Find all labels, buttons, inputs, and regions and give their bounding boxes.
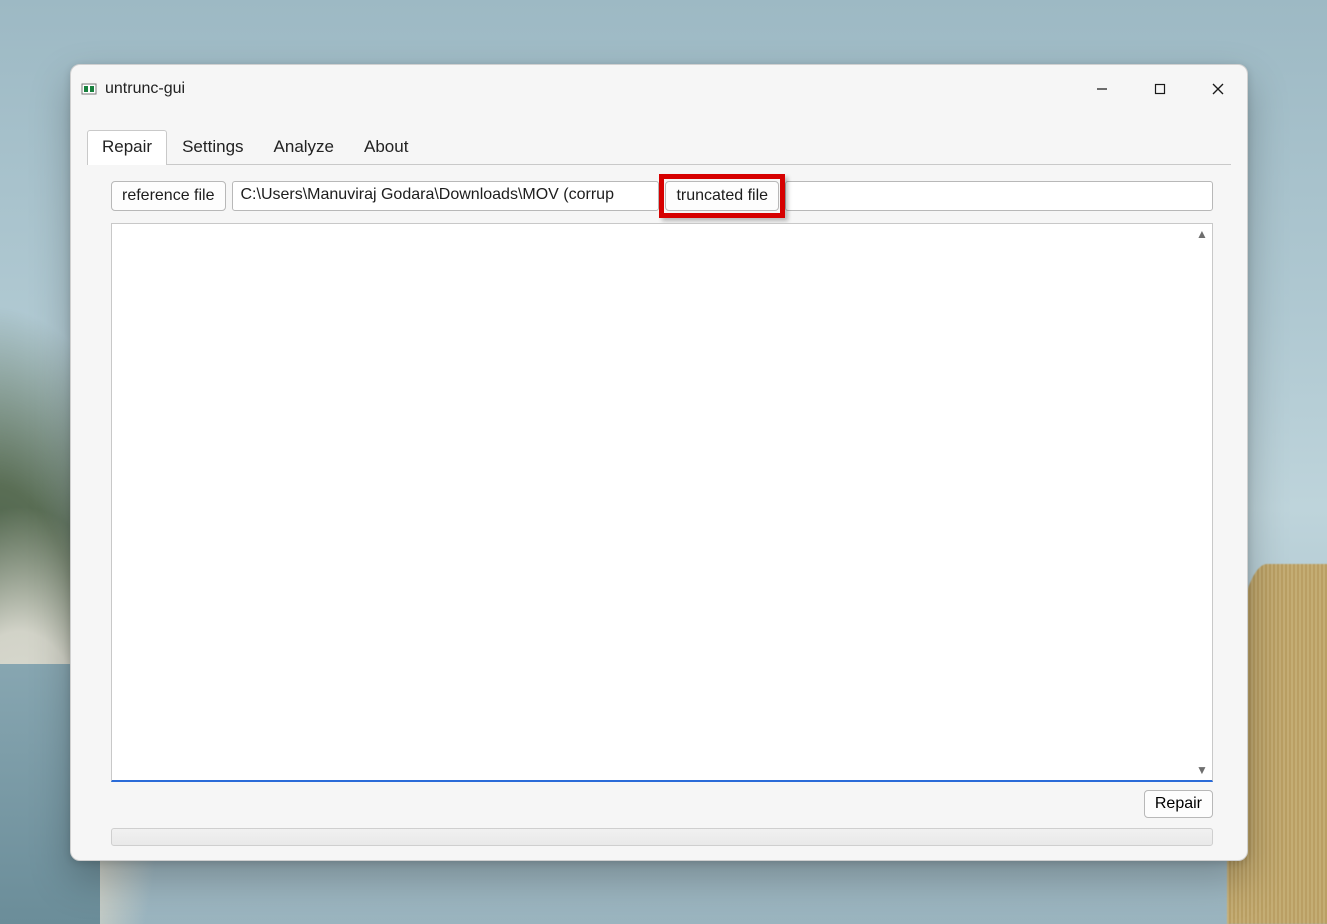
repair-tab-page: reference file C:\Users\Manuviraj Godara…: [87, 175, 1231, 852]
desktop-background: untrunc-gui Repair Setting: [0, 0, 1327, 924]
highlight-box: truncated file: [665, 181, 779, 211]
tab-settings[interactable]: Settings: [167, 130, 258, 165]
scroll-down-icon[interactable]: ▼: [1193, 761, 1211, 779]
tab-analyze[interactable]: Analyze: [259, 130, 349, 165]
tab-repair[interactable]: Repair: [87, 130, 167, 165]
close-button[interactable]: [1189, 65, 1247, 113]
window-controls: [1073, 65, 1247, 113]
titlebar[interactable]: untrunc-gui: [71, 65, 1247, 113]
repair-button[interactable]: Repair: [1144, 790, 1213, 818]
truncated-file-field[interactable]: [785, 181, 1213, 211]
reference-file-field[interactable]: C:\Users\Manuviraj Godara\Downloads\MOV …: [232, 181, 660, 211]
window-title: untrunc-gui: [105, 80, 185, 98]
minimize-button[interactable]: [1073, 65, 1131, 113]
scroll-up-icon[interactable]: ▲: [1193, 225, 1211, 243]
tab-about[interactable]: About: [349, 130, 423, 165]
progress-bar: [111, 828, 1213, 846]
action-row: Repair: [87, 790, 1231, 818]
tab-bar: Repair Settings Analyze About: [87, 129, 1231, 165]
maximize-button[interactable]: [1131, 65, 1189, 113]
truncated-file-button[interactable]: truncated file: [665, 181, 779, 211]
log-output[interactable]: ▲ ▼: [111, 223, 1213, 782]
app-icon: [81, 81, 97, 97]
file-inputs-row: reference file C:\Users\Manuviraj Godara…: [87, 175, 1231, 211]
app-window: untrunc-gui Repair Setting: [70, 64, 1248, 861]
client-area: Repair Settings Analyze About reference …: [71, 113, 1247, 860]
reference-file-button[interactable]: reference file: [111, 181, 226, 211]
